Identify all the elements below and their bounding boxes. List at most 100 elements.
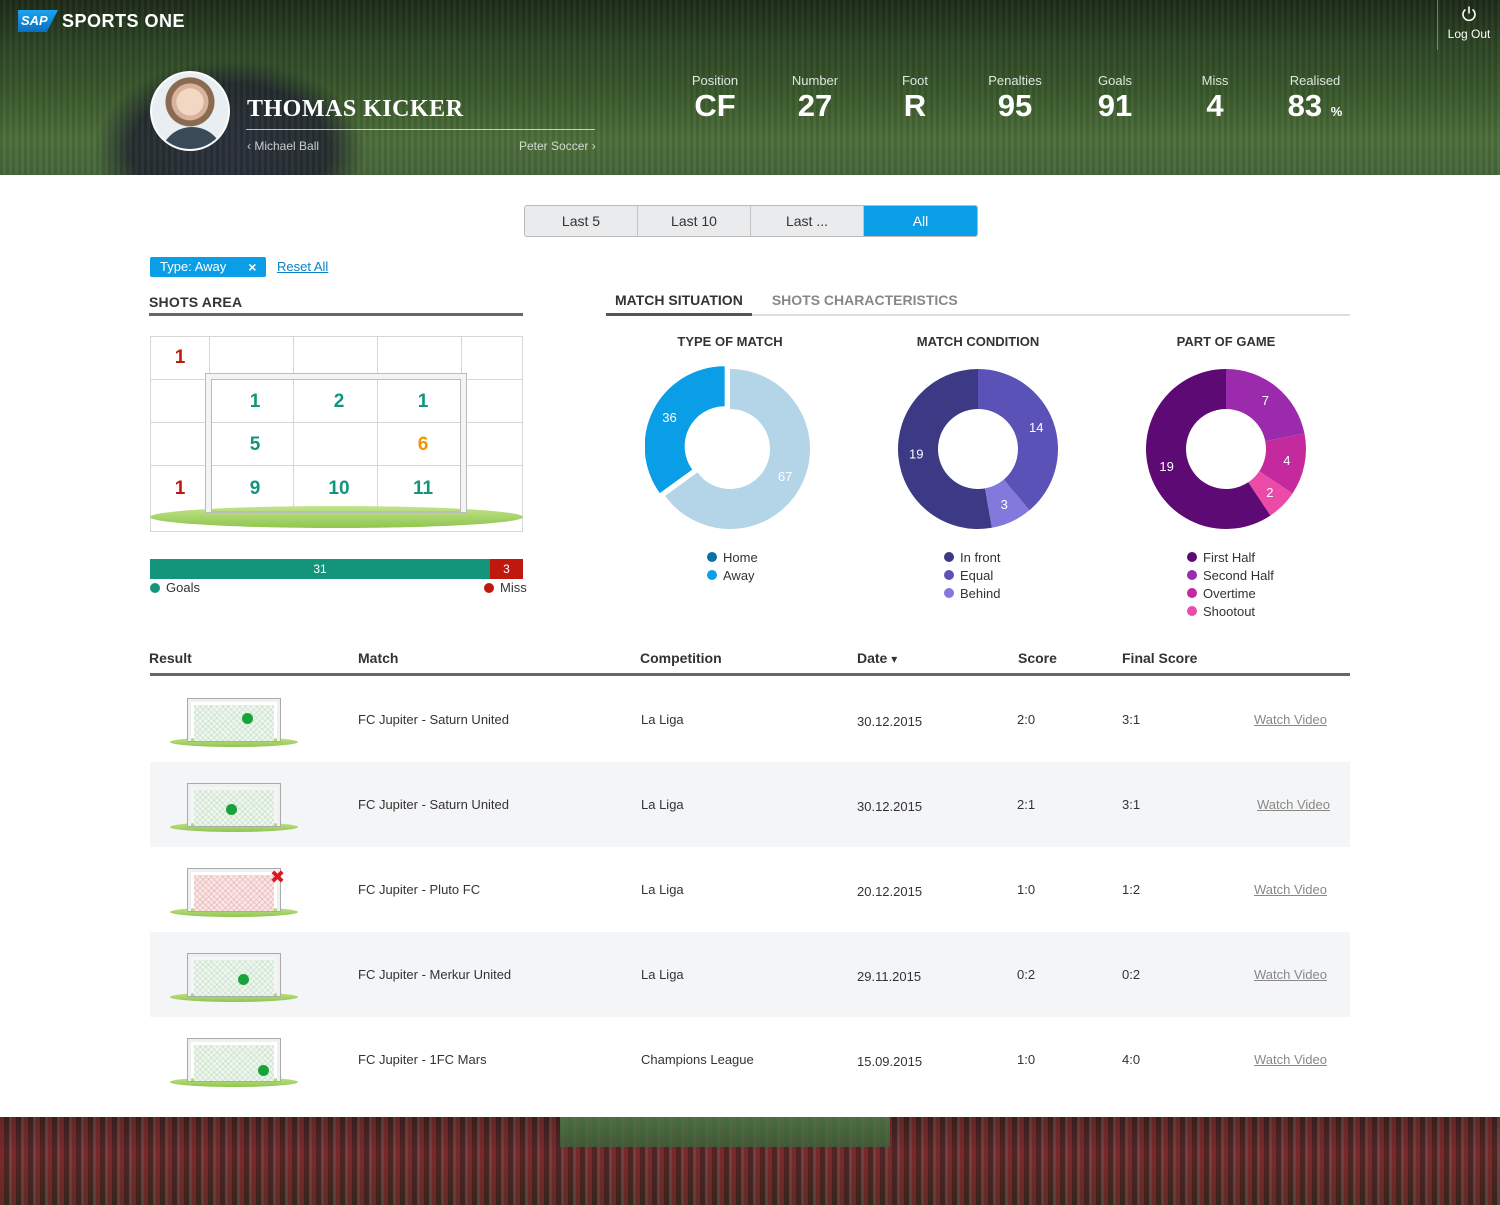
goals-legend: Goals	[150, 580, 200, 595]
stadium-footer-image	[0, 1117, 1500, 1205]
stadium-field	[560, 1117, 890, 1147]
shot-cell[interactable]: 11	[381, 478, 465, 500]
stat-miss: Miss 4	[1165, 73, 1265, 124]
watch-video-link[interactable]: Watch Video	[1254, 882, 1327, 897]
stat-value: 91	[1097, 88, 1133, 123]
range-last-custom[interactable]: Last ...	[751, 206, 864, 236]
legend-label: Equal	[960, 567, 994, 583]
legend-dot-icon	[707, 552, 717, 562]
avatar	[150, 71, 230, 151]
legend-item: In front	[944, 548, 1078, 566]
shot-cell[interactable]: 1	[381, 391, 465, 413]
legend-item: Overtime	[1187, 584, 1326, 602]
legend-dot-icon	[944, 588, 954, 598]
shots-area-grid: 1 1 2 1 5 6 1 9 10 11	[150, 336, 523, 532]
final-score: 1:2	[1122, 882, 1141, 897]
ball-icon	[226, 804, 237, 815]
final-score: 3:1	[1122, 712, 1141, 727]
table-row[interactable]: FC Jupiter - Saturn United La Liga 30.12…	[150, 677, 1350, 762]
tab-shots-characteristics[interactable]: SHOTS CHARACTERISTICS	[763, 292, 967, 316]
app-brand[interactable]: SAP SPORTS ONE	[18, 10, 185, 32]
score: 2:0	[1017, 712, 1036, 727]
table-row[interactable]: ✖ FC Jupiter - Pluto FC La Liga 20.12.20…	[150, 847, 1350, 932]
shot-cell[interactable]: 9	[213, 478, 297, 500]
donut-title: TYPE OF MATCH	[677, 334, 783, 349]
analysis-tabs: MATCH SITUATION SHOTS CHARACTERISTICS	[606, 292, 1350, 316]
shots-area-title: SHOTS AREA	[149, 294, 243, 310]
donut-slice-value: 4	[1283, 453, 1290, 468]
stat-foot: Foot R	[865, 73, 965, 124]
power-icon	[1438, 5, 1500, 27]
donut-slice-value: 2	[1266, 485, 1273, 500]
logout-button[interactable]: Log Out	[1437, 0, 1500, 50]
donut-chart: 67 36	[645, 366, 810, 529]
shot-cell[interactable]: 1	[213, 391, 297, 413]
column-header-match[interactable]: Match	[358, 650, 398, 666]
sort-descending-icon: ▾	[891, 652, 898, 666]
range-last-10[interactable]: Last 10	[638, 206, 751, 236]
match-date: 20.12.2015	[857, 884, 923, 899]
table-row[interactable]: FC Jupiter - Merkur United La Liga 29.11…	[150, 932, 1350, 1017]
column-header-date[interactable]: Date ▾	[857, 650, 897, 666]
previous-player-link[interactable]: ‹ Michael Ball	[247, 139, 319, 153]
match-name: FC Jupiter - Saturn United	[358, 712, 510, 727]
legend-label: First Half	[1203, 549, 1255, 565]
result-goal-graphic	[170, 1039, 298, 1087]
column-header-score[interactable]: Score	[1018, 650, 1057, 666]
sap-logo: SAP	[18, 10, 58, 32]
donut-slice-value: 19	[909, 446, 923, 461]
stat-label: Penalties	[988, 73, 1042, 88]
score: 0:2	[1017, 967, 1036, 982]
donut-slice-value: 36	[662, 410, 676, 425]
donut-match-condition: MATCH CONDITION 14 3 19 In front Equal Behin…	[878, 334, 1078, 602]
ball-icon	[238, 974, 249, 985]
donut-slice-home[interactable]	[645, 366, 725, 494]
match-date: 15.09.2015	[857, 1054, 923, 1069]
shot-cell[interactable]: 10	[297, 478, 381, 500]
filter-chip-type-away[interactable]: Type: Away ×	[150, 257, 267, 277]
watch-video-link[interactable]: Watch Video	[1254, 1052, 1327, 1067]
legend-item: Behind	[944, 584, 1078, 602]
match-date: 29.11.2015	[857, 969, 922, 984]
watch-video-link[interactable]: Watch Video	[1254, 967, 1327, 982]
shot-cell[interactable]: 5	[213, 434, 297, 456]
stat-number: Number 27	[765, 73, 865, 124]
score: 1:0	[1017, 882, 1036, 897]
table-row[interactable]: FC Jupiter - Saturn United La Liga 30.12…	[150, 762, 1350, 847]
player-stats: Position CF Number 27 Foot R Penalties 9…	[665, 73, 1365, 124]
column-header-competition[interactable]: Competition	[640, 650, 722, 666]
table-header-rule	[150, 673, 1350, 676]
legend-label: Overtime	[1203, 585, 1256, 601]
reset-all-link[interactable]: Reset All	[277, 259, 328, 274]
player-name: THOMAS KICKER	[247, 96, 464, 122]
shots-area-rule	[149, 313, 523, 316]
range-last-5[interactable]: Last 5	[525, 206, 638, 236]
legend-dot-icon	[707, 570, 717, 580]
donut-chart: 14 3 19	[898, 369, 1058, 529]
shot-cell[interactable]: 6	[381, 434, 465, 456]
table-row[interactable]: FC Jupiter - 1FC Mars Champions League 1…	[150, 1017, 1350, 1102]
watch-video-link[interactable]: Watch Video	[1254, 712, 1327, 727]
miss-x-icon: ✖	[270, 867, 286, 887]
column-header-final-score[interactable]: Final Score	[1122, 650, 1197, 666]
stat-value: 95	[997, 88, 1033, 123]
miss-bar-segment: 3	[490, 559, 523, 579]
column-header-result[interactable]: Result	[149, 650, 192, 666]
shot-cell-top-left[interactable]: 1	[138, 347, 222, 369]
ball-icon	[258, 1065, 269, 1076]
stat-value: 4	[1206, 88, 1224, 123]
stat-value: R	[903, 88, 927, 123]
tab-match-situation[interactable]: MATCH SITUATION	[606, 292, 752, 316]
legend-item: Second Half	[1187, 566, 1326, 584]
final-score: 4:0	[1122, 1052, 1141, 1067]
next-player-link[interactable]: Peter Soccer ›	[519, 139, 596, 153]
shot-cell[interactable]: 1	[138, 478, 222, 500]
shot-cell[interactable]: 2	[297, 391, 381, 413]
watch-video-link[interactable]: Watch Video	[1257, 797, 1330, 812]
donut-part-of-game: PART OF GAME 7 4 2 19 First Half Second Half…	[1126, 334, 1326, 620]
range-all[interactable]: All	[864, 206, 977, 236]
legend-dot-icon	[1187, 606, 1197, 616]
result-miss-graphic: ✖	[170, 867, 298, 917]
close-icon[interactable]: ×	[248, 257, 256, 277]
stat-penalties: Penalties 95	[965, 73, 1065, 124]
